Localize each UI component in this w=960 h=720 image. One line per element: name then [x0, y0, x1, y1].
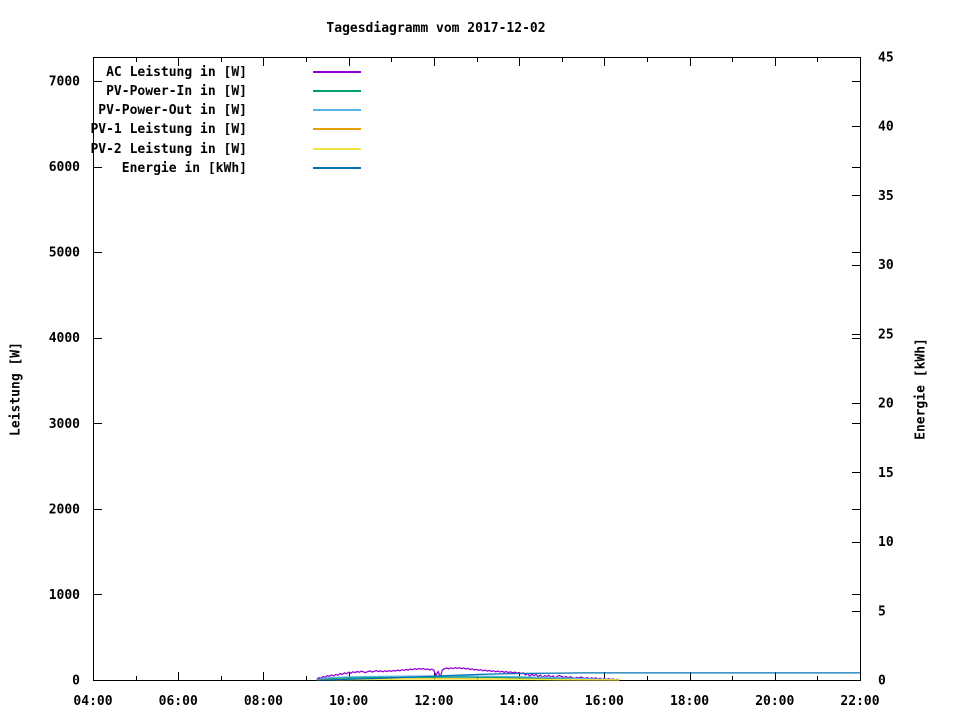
y-tick-label: 5000 [49, 246, 80, 261]
y2-tick-label: 5 [878, 604, 886, 619]
y-tick-label: 0 [72, 674, 80, 689]
y-tick-label: 2000 [49, 502, 80, 517]
y2-tick-label: 15 [878, 466, 894, 481]
y-tick-label: 4000 [49, 331, 80, 346]
x-tick-label: 20:00 [755, 694, 794, 709]
y2-tick-label: 25 [878, 327, 894, 342]
x-tick-label: 22:00 [840, 694, 879, 709]
y2-tick-label: 10 [878, 535, 894, 550]
chart-container: Tagesdiagramm vom 2017-12-02 Leistung [W… [0, 0, 960, 720]
x-tick-label: 14:00 [500, 694, 539, 709]
y-tick-label: 6000 [49, 160, 80, 175]
y2-tick-label: 35 [878, 189, 894, 204]
y-tick-label: 7000 [49, 75, 80, 90]
x-tick-label: 10:00 [329, 694, 368, 709]
y-tick-label: 3000 [49, 417, 80, 432]
x-tick-label: 16:00 [585, 694, 624, 709]
x-tick-label: 08:00 [244, 694, 283, 709]
plot-area: 04:00 06:00 08:00 10:00 12:00 14:00 16:00 18:00… [49, 51, 894, 710]
x-tick-label: 06:00 [159, 694, 198, 709]
x-tick-label: 04:00 [73, 694, 112, 709]
y-tick-label: 1000 [49, 588, 80, 603]
y2-tick-label: 0 [878, 674, 886, 689]
x-tick-label: 18:00 [670, 694, 709, 709]
axis-ticks [93, 57, 861, 681]
x-tick-label: 12:00 [414, 694, 453, 709]
plot-border [93, 57, 861, 681]
y2-tick-label: 40 [878, 120, 894, 135]
y2-tick-label: 45 [878, 51, 894, 66]
y2-tick-label: 30 [878, 258, 894, 273]
y2-tick-label: 20 [878, 397, 894, 412]
